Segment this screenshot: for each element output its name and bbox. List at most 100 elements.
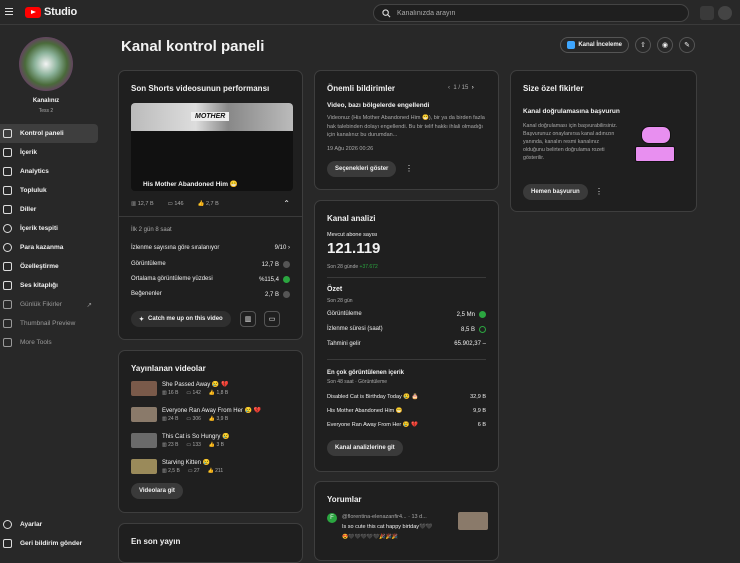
sidebar-item-thumbnail-preview[interactable]: Thumbnail Preview: [0, 314, 98, 333]
search-bar[interactable]: [373, 4, 689, 22]
more-options-icon[interactable]: ⋮: [405, 164, 413, 173]
positive-dot: [479, 311, 486, 318]
app-title: Studio: [44, 6, 78, 18]
views-stat: ▥ 12,7 B: [131, 201, 154, 207]
analytics-button[interactable]: ▥: [240, 311, 256, 327]
sidebar-item-content[interactable]: İçerik: [0, 143, 98, 162]
card-title: Önemli bildirimler: [327, 84, 396, 93]
row-value: 6 B: [477, 422, 486, 428]
notice-heading: Video, bazı bölgelerde engellendi: [327, 102, 430, 109]
menu-icon[interactable]: [5, 8, 13, 17]
divider: [327, 359, 486, 360]
likes-value: 3 B: [216, 442, 225, 448]
more-options-icon[interactable]: ⋮: [595, 187, 603, 196]
row-value: 65.902,37: [454, 341, 481, 347]
check-icon: [479, 326, 486, 333]
views-stat: ▥ 16 B: [162, 390, 179, 396]
views-value: 16 B: [168, 390, 179, 396]
likes-value: 3,9 B: [216, 416, 229, 422]
rank-row[interactable]: İzlenme sayısına göre sıralanıyor 9/10 ›: [131, 245, 290, 251]
channel-avatar[interactable]: [19, 37, 73, 91]
row-value: 9/10: [274, 245, 287, 251]
chevron-left-icon[interactable]: ‹: [448, 85, 450, 91]
create-post-button[interactable]: ✎: [679, 37, 695, 53]
comment-text: Is so cute this cat happy birtday🖤🖤: [342, 524, 433, 530]
community-icon: [3, 186, 12, 195]
subs-label: Mevcut abone sayısı: [327, 232, 378, 238]
live-icon: ◉: [661, 42, 669, 49]
tools-icon: [3, 338, 12, 347]
account-avatar[interactable]: [718, 6, 732, 20]
go-to-videos-button[interactable]: Videolara git: [131, 483, 183, 499]
review-icon: [567, 41, 576, 49]
comments-stat: ▭ 306: [186, 416, 201, 422]
sidebar: Kanalınız Tess 2 Kontrol paneli İçerik A…: [0, 25, 103, 551]
positive-dot: [283, 276, 290, 283]
divider: [327, 277, 486, 278]
summary-row-watch-time: İzlenme süresi (saat) 8,5 B: [327, 326, 486, 333]
video-item[interactable]: She Passed Away 😢 💔 ▥ 16 B ▭ 142 👍 1,8 B: [131, 381, 229, 396]
dollar-icon: [3, 243, 12, 252]
comment-video-thumbnail[interactable]: [458, 512, 488, 530]
studio-logo[interactable]: Studio: [25, 6, 77, 18]
top-content-row[interactable]: Disabled Cat is Birthday Today 😢 🎂 32,9 B: [327, 394, 486, 400]
subs-change: Son 28 günde +37.672: [327, 263, 378, 271]
video-item[interactable]: Everyone Ran Away From Her 😢 💔 ▥ 24 B ▭ 30…: [131, 407, 261, 422]
comment-author[interactable]: @florentina-elenazanfir4...: [342, 514, 407, 520]
notice-body: Videonuz (His Mother Abandoned Him 😁), b…: [327, 115, 485, 138]
views-stat: ▥ 23 B: [162, 442, 179, 448]
sidebar-item-analytics[interactable]: Analytics: [0, 162, 98, 181]
sidebar-item-languages[interactable]: Diller: [0, 200, 98, 219]
analytics-icon: [3, 167, 12, 176]
show-options-button[interactable]: Seçenekleri göster: [327, 161, 397, 177]
shorts-thumbnail[interactable]: MOTHER His Mother Abandoned Him 😁: [131, 103, 293, 191]
notice-date: 19 Ağu 2026 00:26: [327, 146, 374, 152]
video-thumbnail: [131, 459, 157, 474]
thumbnail-text: MOTHER: [191, 112, 230, 121]
sidebar-item-dashboard[interactable]: Kontrol paneli: [0, 124, 98, 143]
sidebar-item-content-detection[interactable]: İçerik tespiti: [0, 219, 98, 238]
row-label: Görüntüleme: [327, 311, 362, 317]
sidebar-item-monetization[interactable]: Para kazanma: [0, 238, 98, 257]
sidebar-item-customization[interactable]: Özelleştirme: [0, 257, 98, 276]
status-dot: [283, 291, 290, 298]
divider: [119, 216, 302, 217]
sidebar-item-label: Analytics: [20, 168, 49, 175]
top-content-row[interactable]: His Mother Abandoned Him 😁 9,9 B: [327, 408, 486, 414]
card-title: Yorumlar: [327, 495, 362, 504]
comments-value: 306: [192, 416, 201, 422]
sidebar-item-feedback[interactable]: Geri bildirim gönder: [0, 534, 98, 553]
channel-switch-icon[interactable]: [700, 6, 714, 20]
video-item[interactable]: This Cat is So Hungry 😢 ▥ 23 B ▭ 133 👍 3 B: [131, 433, 230, 448]
row-label: His Mother Abandoned Him 😁: [327, 408, 403, 414]
views-stat: ▥ 24 B: [162, 416, 179, 422]
comments-stat: ▭ 27: [187, 468, 200, 474]
channel-review-button[interactable]: Kanal İnceleme: [560, 37, 629, 53]
go-live-button[interactable]: ◉: [657, 37, 673, 53]
sidebar-item-daily-ideas[interactable]: Günlük Fikirler ↗: [0, 295, 98, 314]
upload-button[interactable]: ⇧: [635, 37, 651, 53]
search-input[interactable]: [397, 9, 657, 17]
catch-me-up-button[interactable]: ✦ Catch me up on this video: [131, 311, 231, 327]
collapse-icon[interactable]: ⌃: [283, 199, 290, 208]
row-value: 32,9 B: [470, 394, 486, 400]
sidebar-item-label: Para kazanma: [20, 244, 64, 251]
apply-now-button[interactable]: Hemen başvurun: [523, 184, 588, 200]
sidebar-item-more-tools[interactable]: More Tools: [0, 333, 98, 352]
comments-button[interactable]: ▭: [264, 311, 280, 327]
video-item[interactable]: Starving Kitten 😢 ▥ 2,5 B ▭ 27 👍 211: [131, 459, 223, 474]
go-to-analytics-button[interactable]: Kanal analizlerine git: [327, 440, 403, 456]
top-content-row[interactable]: Everyone Ran Away From Her 😢 💔 6 B: [327, 422, 486, 428]
comments-stat: ▭ 146: [167, 201, 184, 207]
sidebar-item-community[interactable]: Topluluk: [0, 181, 98, 200]
sidebar-item-audio-library[interactable]: Ses kitaplığı: [0, 276, 98, 295]
sidebar-item-label: More Tools: [20, 339, 52, 346]
external-link-icon: ↗: [86, 301, 92, 309]
row-value: 8,5 B: [460, 327, 475, 334]
latest-post-card: En son yayın: [118, 523, 303, 563]
chevron-right-icon[interactable]: ›: [472, 85, 474, 91]
sidebar-item-settings[interactable]: Ayarlar: [0, 515, 98, 534]
sidebar-nav: Kontrol paneli İçerik Analytics Topluluk…: [0, 124, 98, 352]
subs-change-label: Son 28 günde: [327, 264, 359, 270]
video-title: She Passed Away 😢 💔: [162, 382, 229, 388]
